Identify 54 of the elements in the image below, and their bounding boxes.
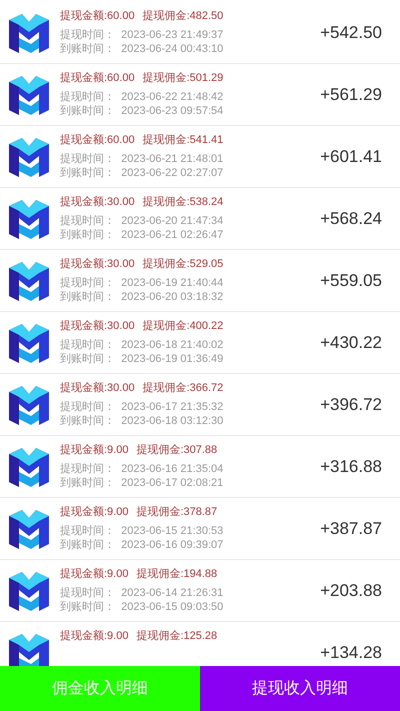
withdraw-amount: 提现金额:30.00 (60, 256, 135, 272)
withdraw-time: 提现时间： 2023-06-23 21:49:37 (60, 28, 224, 42)
withdraw-time: 提现时间： 2023-06-21 21:48:01 (60, 152, 224, 166)
withdraw-time: 提现时间： 2023-06-15 21:30:53 (60, 524, 224, 538)
arrival-time: 到账时间： 2023-06-19 01:36:49 (60, 352, 224, 366)
arrival-time: 到账时间： 2023-06-16 09:39:07 (60, 538, 224, 552)
total-amount: +387.87 (320, 518, 382, 540)
total-amount: +134.28 (320, 642, 382, 664)
withdraw-amount: 提现金额:60.00 (60, 70, 135, 86)
withdraw-commission: 提现佣金:194.88 (136, 567, 218, 582)
withdraw-amount: 提现金额:9.00 (60, 442, 128, 458)
withdraw-commission: 提现佣金:307.88 (136, 443, 218, 458)
withdraw-time: 提现时间： 2023-06-18 21:40:02 (60, 338, 224, 352)
withdraw-time: 提现时间： 2023-06-22 21:48:42 (60, 90, 224, 104)
arrival-time: 到账时间： 2023-06-22 02:27:07 (60, 166, 224, 180)
withdraw-commission: 提现佣金:482.50 (142, 9, 224, 24)
total-amount: +316.88 (320, 456, 382, 478)
withdraw-amount: 提现金额:30.00 (60, 318, 135, 334)
withdraw-time: 提现时间： 2023-06-20 21:47:34 (60, 214, 224, 228)
withdraw-commission: 提现佣金:400.22 (142, 319, 224, 334)
arrival-time: 到账时间： 2023-06-17 02:08:21 (60, 476, 224, 490)
withdraw-commission: 提现佣金:501.29 (142, 71, 224, 86)
arrival-time: 到账时间： 2023-06-24 00:43:10 (60, 42, 224, 56)
withdraw-time: 提现时间： 2023-06-16 21:35:04 (60, 462, 224, 476)
withdraw-commission: 提现佣金:378.87 (136, 505, 218, 520)
arrival-time: 到账时间： 2023-06-15 09:03:50 (60, 600, 224, 614)
total-amount: +561.29 (320, 84, 382, 106)
withdraw-commission: 提现佣金:125.28 (136, 629, 218, 644)
withdraw-time: 提现时间： 2023-06-17 21:35:32 (60, 400, 224, 414)
total-amount: +542.50 (320, 22, 382, 44)
arrival-time: 到账时间： 2023-06-21 02:26:47 (60, 228, 224, 242)
total-amount: +396.72 (320, 394, 382, 416)
withdraw-amount: 提现金额:30.00 (60, 194, 135, 210)
arrival-time: 到账时间： 2023-06-20 03:18:32 (60, 290, 224, 304)
withdraw-amount: 提现金额:60.00 (60, 8, 135, 24)
arrival-time: 到账时间： 2023-06-23 09:57:54 (60, 104, 224, 118)
total-amount: +430.22 (320, 332, 382, 354)
withdraw-commission: 提现佣金:541.41 (142, 133, 224, 148)
tab-button[interactable]: 提现收入明细 (200, 666, 400, 711)
withdraw-time: 提现时间： 2023-06-19 21:40:44 (60, 276, 224, 290)
withdraw-commission: 提现佣金:529.05 (142, 257, 224, 272)
withdraw-amount: 提现金额:60.00 (60, 132, 135, 148)
withdraw-amount: 提现金额:9.00 (60, 566, 128, 582)
withdraw-amount: 提现金额:9.00 (60, 628, 128, 644)
withdraw-amount: 提现金额:9.00 (60, 504, 128, 520)
total-amount: +203.88 (320, 580, 382, 602)
total-amount: +601.41 (320, 146, 382, 168)
withdraw-commission: 提现佣金:538.24 (142, 195, 224, 210)
withdraw-commission: 提现佣金:366.72 (142, 381, 224, 396)
withdraw-time: 提现时间： 2023-06-14 21:26:31 (60, 586, 224, 600)
total-amount: +568.24 (320, 208, 382, 230)
withdraw-amount: 提现金额:30.00 (60, 380, 135, 396)
total-amount: +559.05 (320, 270, 382, 292)
arrival-time: 到账时间： 2023-06-18 03:12:30 (60, 414, 224, 428)
